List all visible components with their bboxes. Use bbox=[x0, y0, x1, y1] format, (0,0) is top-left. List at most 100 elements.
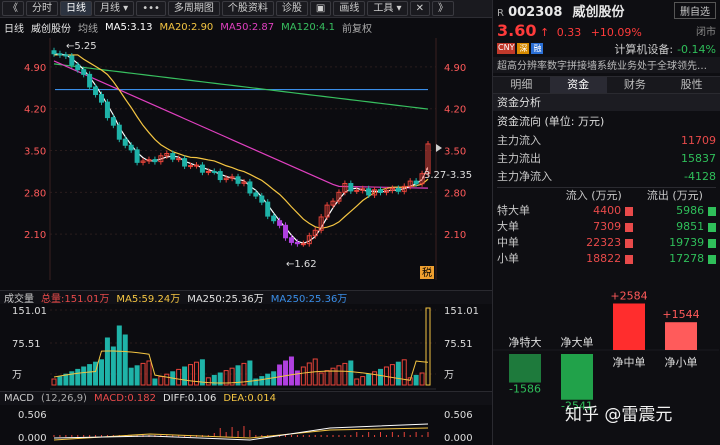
fund-analysis-title: 资金分析 bbox=[493, 94, 720, 111]
candle-body bbox=[395, 187, 401, 192]
candle-body bbox=[98, 94, 104, 103]
volume-bar bbox=[413, 374, 419, 386]
low-label: ←1.62 bbox=[286, 259, 317, 270]
sector-name[interactable]: 计算机设备: bbox=[614, 43, 673, 56]
volume-bar bbox=[199, 359, 205, 386]
remove-watchlist-button[interactable]: 删自选 bbox=[674, 1, 716, 19]
high-label: ←5.25 bbox=[66, 41, 97, 52]
net-flow-value: +2584 bbox=[610, 289, 647, 302]
main-inflow-label: 主力流入 bbox=[497, 134, 541, 147]
volume-ma250b: MA250:25.36万 bbox=[270, 294, 348, 304]
net-flow-label: 净特大 bbox=[509, 335, 542, 349]
volume-ma5-line bbox=[53, 350, 429, 384]
macd-title[interactable]: MACD bbox=[4, 393, 34, 404]
currency-badge: CNY bbox=[497, 43, 516, 54]
volume-tick-left: 151.01 bbox=[12, 306, 47, 317]
flow-out-value: 19739 bbox=[669, 236, 705, 249]
flow-table: 特大单 4400 5986 大单 7309 9851 中单 22323 19739 小单 18822… bbox=[497, 203, 716, 267]
up-arrow-icon: ↑ bbox=[539, 25, 550, 39]
diff-value: DIFF:0.106 bbox=[162, 393, 217, 404]
market-status: 闭市 bbox=[696, 26, 716, 38]
volume-bar bbox=[104, 337, 110, 386]
flow-out-swatch bbox=[708, 206, 716, 216]
candle-body bbox=[288, 237, 294, 243]
volume-bar bbox=[425, 307, 431, 386]
right-tabs: 明细 资金 财务 股性 bbox=[493, 76, 720, 94]
dea-line bbox=[53, 427, 429, 441]
main-outflow-value: 15837 bbox=[681, 151, 716, 165]
price-tick-left: 3.50 bbox=[24, 147, 46, 158]
ma5-line bbox=[53, 53, 429, 244]
price-tick-left: 4.20 bbox=[24, 105, 46, 116]
flow-out-swatch bbox=[708, 238, 716, 248]
candle-body bbox=[93, 86, 99, 96]
price-tick-left: 4.90 bbox=[24, 63, 46, 74]
tab-detail[interactable]: 明细 bbox=[493, 77, 550, 93]
volume-title: 成交量 bbox=[4, 294, 34, 304]
volume-bar bbox=[283, 360, 289, 386]
macd-tick-left: 0.000 bbox=[18, 433, 47, 444]
kline-chart[interactable]: 4.90 4.90 4.20 4.20 3.50 3.50 2.80 2.80 2.10 2.10… bbox=[0, 0, 492, 445]
volume-bar bbox=[110, 346, 116, 386]
fund-flow-title: 资金流向 (单位: 万元) bbox=[497, 115, 605, 128]
main-netflow-label: 主力净流入 bbox=[497, 170, 552, 183]
stock-code: 002308 bbox=[508, 4, 563, 20]
flow-table-header: 流入 (万元) 流出 (万元) bbox=[497, 188, 716, 203]
macd-tick-right: 0.506 bbox=[444, 410, 473, 421]
volume-bar bbox=[122, 334, 128, 386]
app-root: 《 分时 日线 月线 ▾ ••• 多周期图 个股资料 诊股 ▣ 画线 工具 ▾ … bbox=[0, 0, 720, 445]
candle-body bbox=[182, 158, 188, 167]
candle-body bbox=[134, 149, 140, 163]
outflow-header: 流出 (万元) bbox=[646, 189, 703, 202]
volume-bar bbox=[277, 364, 283, 386]
candle-body bbox=[413, 180, 419, 185]
flow-in-value: 4400 bbox=[593, 204, 622, 217]
flow-in-swatch bbox=[625, 238, 634, 248]
volume-bar bbox=[188, 364, 194, 386]
candle-body bbox=[283, 224, 289, 239]
volume-tick-left: 75.51 bbox=[12, 339, 41, 350]
candle-body bbox=[104, 101, 110, 119]
candle-body bbox=[188, 165, 194, 168]
price-tick-right: 4.90 bbox=[444, 63, 466, 74]
volume-panel: 151.01 151.01 75.51 75.51 万 万 bbox=[12, 306, 479, 390]
tab-character[interactable]: 股性 bbox=[663, 77, 720, 93]
volume-bar bbox=[128, 367, 134, 386]
main-inflow-row: 主力流入 11709 bbox=[497, 131, 716, 149]
volume-ma250a: MA250:25.36万 bbox=[187, 294, 264, 304]
tab-finance[interactable]: 财务 bbox=[607, 77, 664, 93]
main-inflow-value: 11709 bbox=[681, 133, 716, 147]
candle-body bbox=[348, 182, 354, 192]
main-netflow-row: 主力净流入 -4128 bbox=[497, 167, 716, 185]
flow-in-value: 22323 bbox=[586, 236, 622, 249]
volume-tick-right: 151.01 bbox=[444, 306, 479, 317]
candle-body bbox=[51, 50, 57, 55]
volume-bar bbox=[87, 364, 93, 386]
candle-body bbox=[259, 195, 265, 203]
candle-body bbox=[217, 171, 223, 181]
volume-bar bbox=[366, 373, 372, 386]
tab-fund[interactable]: 资金 bbox=[549, 77, 607, 93]
right-panel: R 002308 威创股份 删自选 3.60 ↑ 0.33 +10.09% 闭市… bbox=[492, 0, 720, 445]
net-flow-bar bbox=[509, 354, 541, 383]
flow-row-label: 小单 bbox=[497, 252, 519, 265]
flow-row-label: 大单 bbox=[497, 220, 519, 233]
candle-body bbox=[253, 192, 259, 197]
main-netflow-value: -4128 bbox=[684, 169, 716, 183]
flow-row: 大单 7309 9851 bbox=[497, 219, 716, 235]
company-desc: 超高分辨率数字拼接墙系统业务处于全球领先… bbox=[493, 57, 720, 73]
net-flow-bar bbox=[665, 322, 697, 350]
volume-tick-right: 万 bbox=[444, 370, 454, 381]
candle-body bbox=[378, 189, 384, 193]
volume-bar bbox=[134, 365, 140, 386]
candle-body bbox=[211, 170, 217, 173]
volume-legend: 成交量 总量:151.01万 MA5:59.24万 MA250:25.36万 M… bbox=[0, 290, 492, 304]
candle-body bbox=[199, 164, 205, 173]
watermark: 知乎 @雷震元 bbox=[565, 405, 673, 425]
flow-out-value: 5986 bbox=[676, 204, 705, 217]
market-badge: 深 bbox=[517, 43, 530, 54]
ma50-line bbox=[53, 60, 429, 189]
volume-bar bbox=[300, 366, 306, 386]
volume-bar bbox=[51, 378, 57, 386]
ma120-line bbox=[53, 63, 429, 110]
